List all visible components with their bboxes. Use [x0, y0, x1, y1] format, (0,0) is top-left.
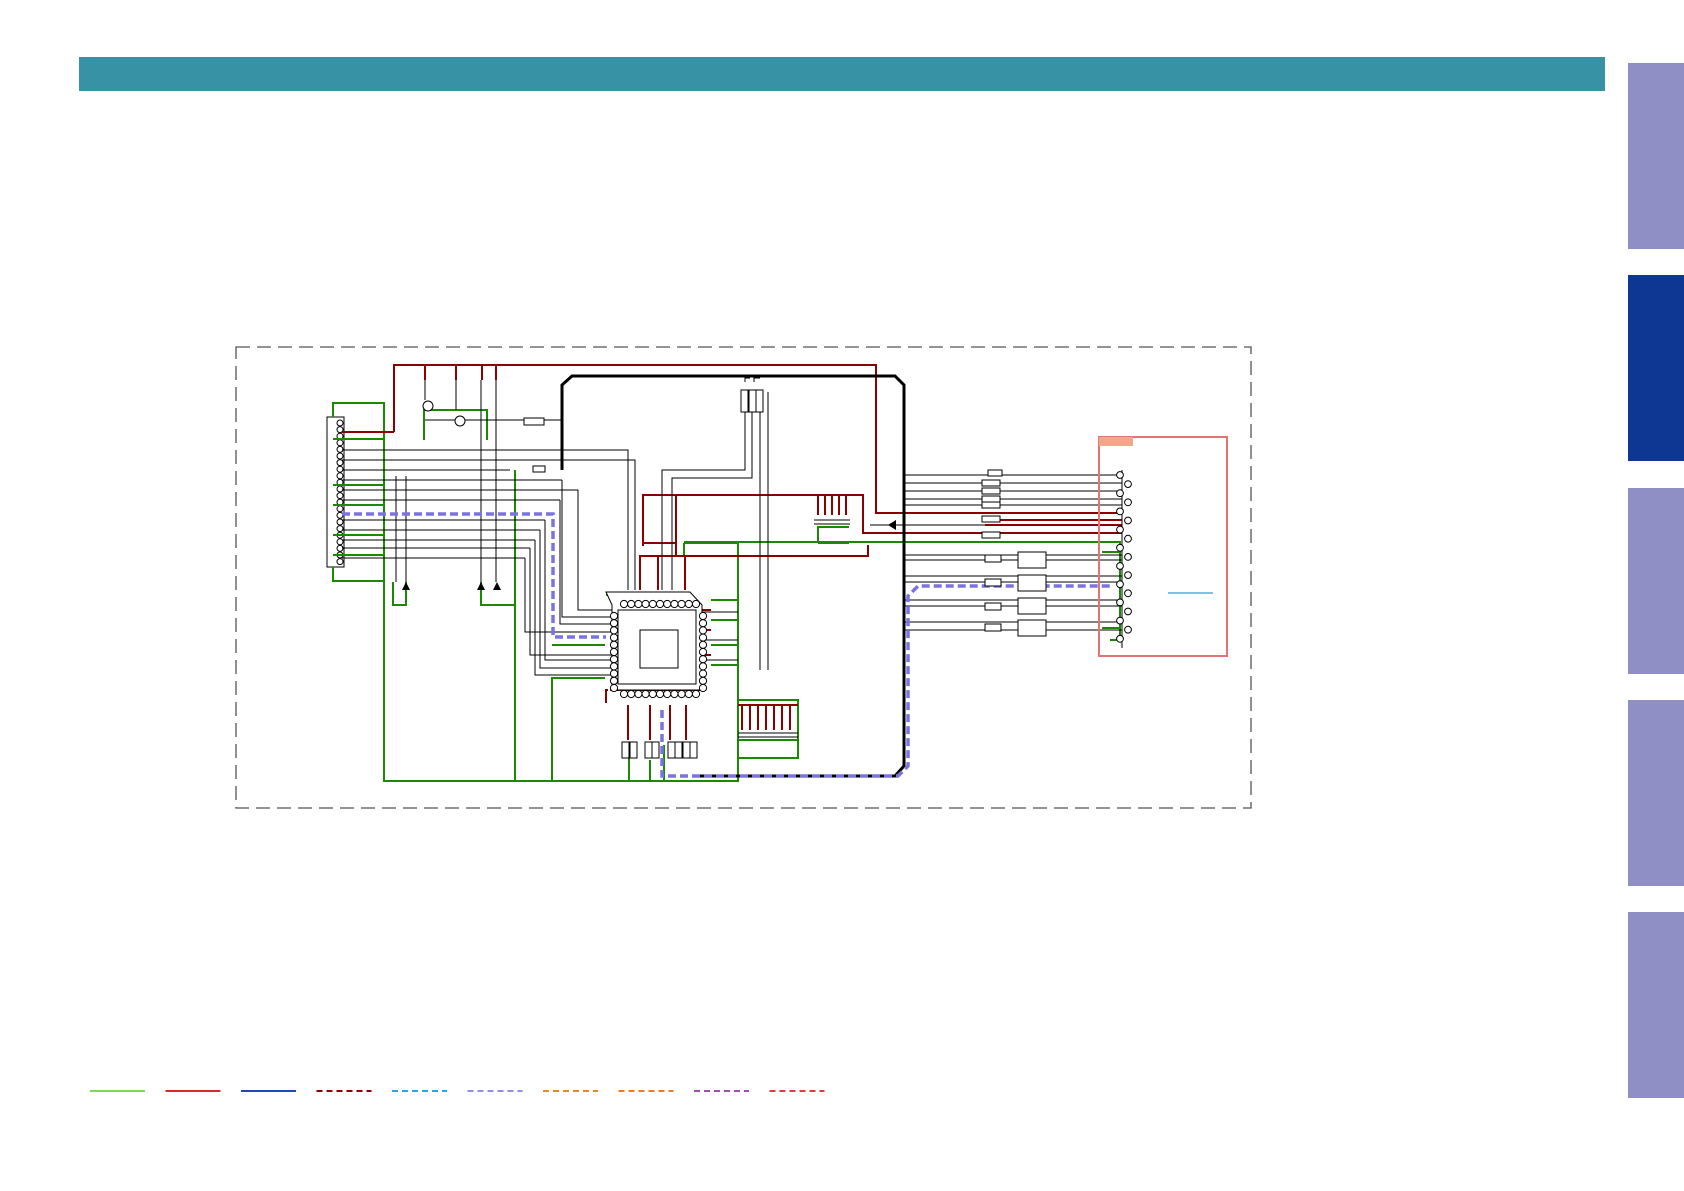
- right-connector-pin: [1116, 598, 1124, 607]
- right-connector-pin: [1116, 634, 1124, 643]
- right-connector-pin: [1116, 543, 1124, 552]
- ic-pin: [698, 655, 708, 664]
- ic-pin: [648, 689, 657, 699]
- left-connector-pin: [336, 485, 344, 493]
- right-connector-pin: [1124, 498, 1132, 507]
- ic-pin: [663, 689, 672, 699]
- ic-pin: [698, 619, 708, 628]
- left-connector-pin: [336, 558, 344, 566]
- right-connector-pin: [1124, 553, 1132, 561]
- right-connector: [1098, 436, 1228, 657]
- ic-pin: [619, 599, 629, 609]
- ic-pin: [609, 662, 619, 671]
- filter-blocks: [1017, 551, 1047, 637]
- ic-pin: [641, 599, 650, 609]
- ic-pin: [698, 647, 708, 657]
- left-connector-pin: [336, 465, 344, 473]
- ic-pin: [609, 619, 619, 628]
- right-connector-pin: [1116, 562, 1124, 570]
- left-connector-pin: [336, 525, 344, 533]
- ic-pin: [619, 689, 629, 699]
- left-connector-pin: [336, 452, 344, 460]
- ic-pin: [684, 689, 693, 699]
- left-connector-pin: [336, 505, 344, 513]
- ic-pin: [698, 669, 708, 678]
- left-connector-pin: [336, 419, 344, 427]
- right-connector-pin: [1116, 471, 1124, 479]
- ic-pin: [691, 599, 701, 609]
- ic-pin: [609, 647, 619, 657]
- right-connector-pin: [1124, 480, 1132, 489]
- ic-pin: [684, 599, 693, 609]
- ic-pin: [655, 599, 665, 609]
- ic-pin: [698, 640, 708, 649]
- ic-pin: [609, 611, 619, 621]
- right-connector-pin: [1124, 516, 1132, 525]
- left-connector-pin: [336, 492, 344, 500]
- passive-components: [523, 389, 1003, 759]
- right-connector-pin: [1124, 607, 1132, 616]
- ic-pin: [698, 611, 708, 621]
- ic-pin: [634, 689, 643, 699]
- upper-capacitor-bank: [814, 519, 850, 525]
- ic-pin: [691, 689, 701, 699]
- right-connector-pins: [1116, 471, 1132, 643]
- schematic-diagram: [90, 346, 1252, 1092]
- main-bus: [560, 374, 906, 778]
- ic-pin: [627, 689, 636, 699]
- ic-pin: [677, 599, 686, 609]
- ic-pin: [670, 689, 679, 699]
- right-connector-pin: [1116, 489, 1124, 498]
- ic-pin: [609, 633, 619, 642]
- ic-pin: [698, 626, 708, 635]
- ic-pin: [655, 689, 665, 699]
- ic-pin: [609, 626, 619, 635]
- right-connector-pin: [1124, 571, 1132, 579]
- ic-pin: [677, 689, 686, 699]
- ic-pin: [641, 689, 650, 699]
- right-connector-pin: [1116, 580, 1124, 589]
- right-connector-pin: [1124, 625, 1132, 634]
- ic-pin: [609, 655, 619, 664]
- ic-pin: [648, 599, 657, 609]
- right-connector-pin: [1116, 507, 1124, 516]
- right-connector-pin: [1116, 616, 1124, 625]
- ic-pin: [698, 676, 708, 685]
- ic-pin: [609, 640, 619, 649]
- transistors: [422, 400, 466, 427]
- ic-pin: [609, 669, 619, 678]
- right-connector-pin: [1116, 525, 1124, 534]
- ic-pin: [634, 599, 643, 609]
- right-connector-pin: [1124, 589, 1132, 598]
- left-connector-pin: [336, 472, 344, 480]
- ic-pin: [627, 599, 636, 609]
- ic-pin: [698, 662, 708, 671]
- ic-pin: [698, 633, 708, 642]
- left-connector-pin: [336, 439, 344, 447]
- ic-pin: [670, 599, 679, 609]
- main-ic: [605, 591, 708, 699]
- ic-pin: [663, 599, 672, 609]
- lower-capacitor-bank: [738, 732, 798, 738]
- ic-pin: [698, 683, 708, 693]
- right-connector-pin: [1124, 534, 1132, 543]
- ic-pin: [609, 683, 619, 693]
- ic-pin: [609, 676, 619, 685]
- left-connector-pin: [336, 445, 344, 453]
